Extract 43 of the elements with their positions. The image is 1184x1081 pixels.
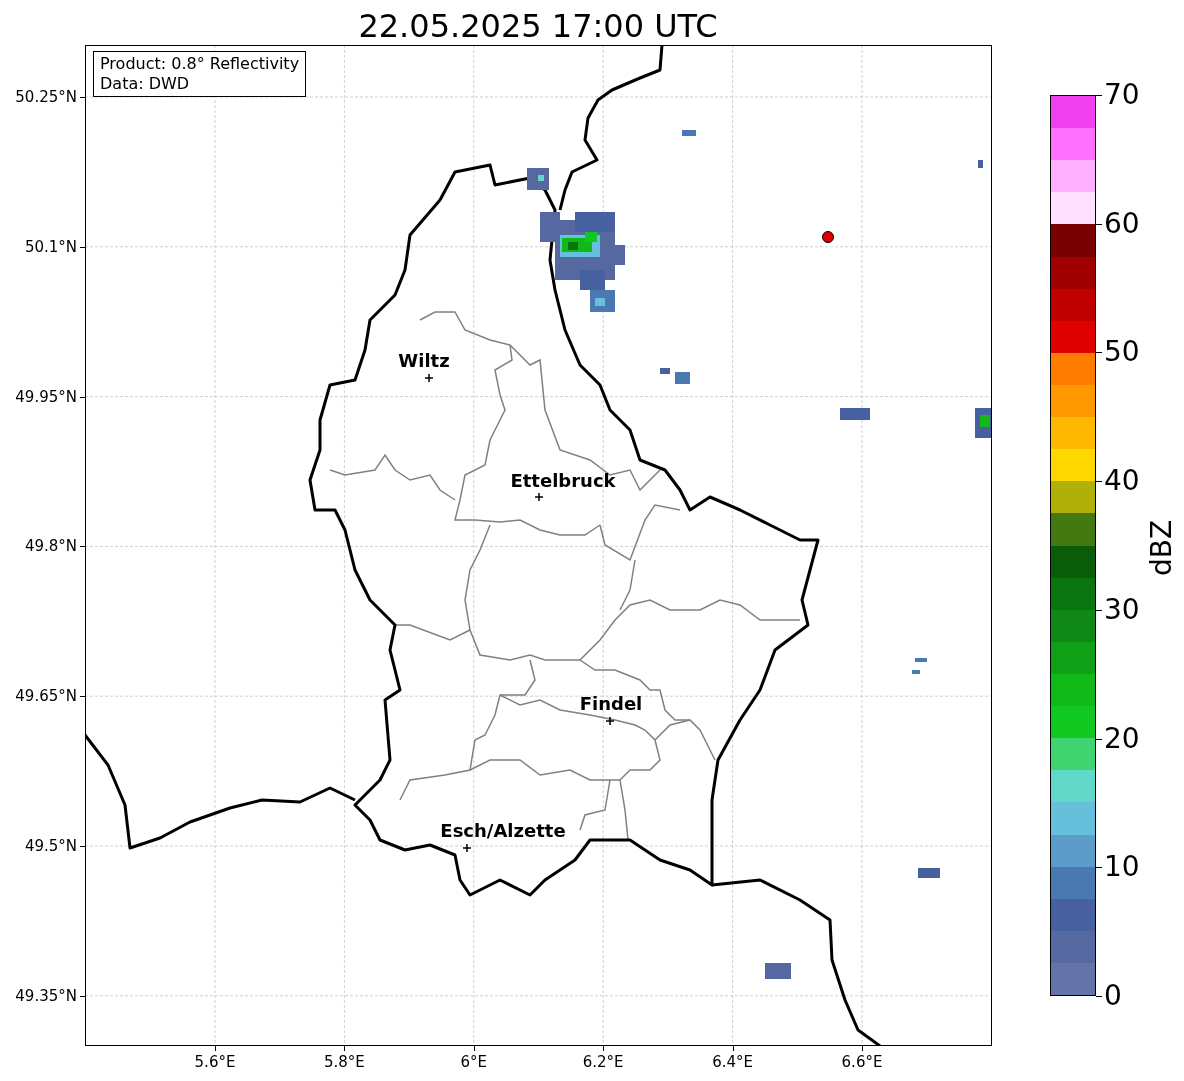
tick-label: 6°E xyxy=(460,1055,488,1070)
tick-label: 6.4°E xyxy=(712,1055,753,1070)
tick-label: 60 xyxy=(1104,209,1140,238)
tick-mark xyxy=(80,247,85,248)
chart-title: 22.05.2025 17:00 UTC xyxy=(358,10,718,42)
tick-label: 49.65°N xyxy=(15,688,77,704)
info-text: Product: 0.8° Reflectivity xyxy=(100,54,300,74)
tick-label: 6.6°E xyxy=(841,1055,883,1070)
tick-label: 30 xyxy=(1104,595,1140,624)
tick-mark xyxy=(862,1046,863,1051)
tick-label: 40 xyxy=(1104,467,1140,496)
tick-mark xyxy=(80,97,85,98)
city-label: Ettelbruck xyxy=(510,472,616,490)
tick-mark xyxy=(344,1046,345,1051)
tick-label: 20 xyxy=(1104,724,1140,753)
colorbar-label: dBZ xyxy=(1148,519,1176,577)
tick-label: 6.2°E xyxy=(582,1055,624,1070)
tick-label: 49.8°N xyxy=(24,538,77,554)
tick-mark xyxy=(80,996,85,997)
tick-mark xyxy=(733,1046,734,1051)
tick-label: 50.25°N xyxy=(15,89,77,105)
tick-mark xyxy=(603,1046,604,1051)
tick-mark xyxy=(474,1046,475,1051)
tick-mark xyxy=(215,1046,216,1051)
city-label: Findel xyxy=(579,695,643,713)
tick-mark xyxy=(80,846,85,847)
tick-label: 50 xyxy=(1104,338,1140,367)
tick-mark xyxy=(80,546,85,547)
tick-mark xyxy=(80,696,85,697)
tick-label: 49.95°N xyxy=(15,389,77,405)
tick-label: 5.8°E xyxy=(323,1055,365,1070)
tick-label: 0 xyxy=(1104,982,1122,1010)
tick-mark xyxy=(80,397,85,398)
tick-label: 5.6°E xyxy=(194,1055,236,1070)
tick-label: 50.1°N xyxy=(24,239,77,255)
tick-label: 10 xyxy=(1104,853,1140,882)
city-label: Wiltz xyxy=(398,352,450,370)
city-label: Esch/Alzette xyxy=(440,822,566,840)
tick-label: 49.5°N xyxy=(24,838,77,854)
info-text: Data: DWD xyxy=(100,74,191,94)
tick-mark xyxy=(1096,996,1102,997)
tick-label: 49.35°N xyxy=(15,988,77,1004)
tick-label: 70 xyxy=(1104,81,1140,109)
